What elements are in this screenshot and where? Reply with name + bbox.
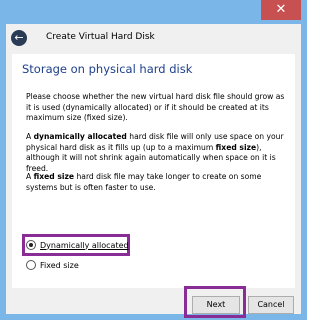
dialog-header: ← Create Virtual Hard Disk — [6, 24, 301, 54]
content-panel: Storage on physical hard disk Please cho… — [12, 54, 295, 290]
title-bar: ✕ — [0, 0, 307, 24]
radio-dynamically-allocated[interactable]: Dynamically allocated — [26, 240, 129, 250]
radio-fixed-size[interactable]: Fixed size — [26, 260, 79, 270]
page-heading: Storage on physical hard disk — [22, 62, 193, 76]
radio-button-checked[interactable] — [26, 240, 36, 250]
dialog-client: ← Create Virtual Hard Disk Storage on ph… — [6, 24, 301, 318]
radio-button-unchecked[interactable] — [26, 260, 36, 270]
radio-label: Dynamically allocated — [40, 240, 129, 250]
close-button[interactable]: ✕ — [261, 0, 301, 20]
back-arrow-icon[interactable]: ← — [11, 30, 27, 46]
next-button[interactable]: Next — [192, 296, 240, 314]
dialog-title: Create Virtual Hard Disk — [46, 32, 155, 42]
description-paragraph: Please choose whether the new virtual ha… — [26, 92, 285, 122]
cancel-button[interactable]: Cancel — [248, 296, 294, 314]
radio-label: Fixed size — [40, 260, 79, 270]
dynamic-explanation: A dynamically allocated hard disk file w… — [26, 132, 284, 173]
fixed-explanation: A fixed size hard disk file may take lon… — [26, 172, 262, 192]
